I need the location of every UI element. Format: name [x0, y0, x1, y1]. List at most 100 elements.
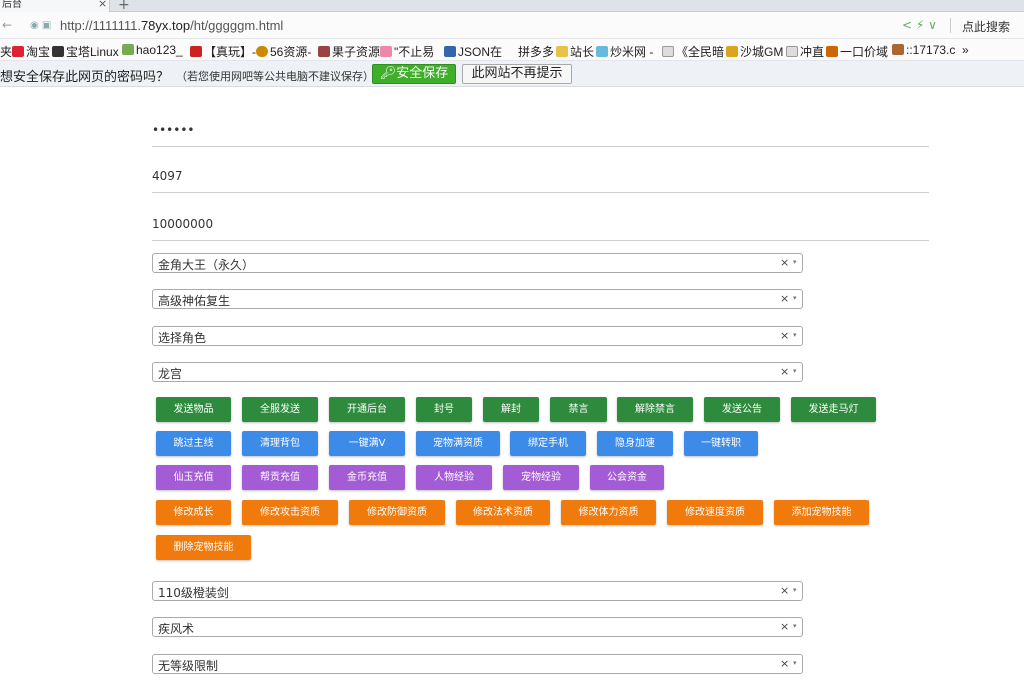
- password-prompt: 想安全保存此网页的密码吗？: [0, 70, 170, 85]
- unban-button[interactable]: 解封: [483, 397, 539, 422]
- open-admin-button[interactable]: 开通后台: [329, 397, 405, 422]
- bookmark-item[interactable]: 【真玩】-: [190, 43, 256, 60]
- delete-pet-skill-button[interactable]: 删除宠物技能: [156, 535, 251, 560]
- equipment-select[interactable]: 110级橙装剑 × ▾: [152, 581, 803, 601]
- folder-icon: [556, 46, 568, 57]
- edit-magic-aptitude-button[interactable]: 修改法术资质: [456, 500, 550, 525]
- faction-select[interactable]: 龙宫 × ▾: [152, 362, 803, 382]
- chevron-down-icon[interactable]: ▾: [793, 622, 797, 630]
- role-id-input[interactable]: 4097: [152, 167, 929, 193]
- bookmark-item[interactable]: JSON在: [444, 43, 502, 60]
- edit-hp-aptitude-button[interactable]: 修改体力资质: [561, 500, 656, 525]
- bookmark-item[interactable]: 拼多多: [518, 43, 554, 60]
- bookmark-item[interactable]: 果子资源: [318, 43, 380, 60]
- bookmark-item[interactable]: 冲直: [786, 43, 824, 60]
- chevron-down-icon[interactable]: ▾: [793, 294, 797, 302]
- clear-icon[interactable]: ×: [780, 329, 789, 342]
- char-exp-button[interactable]: 人物经验: [416, 465, 492, 490]
- divider: [152, 240, 929, 241]
- page-icon: [662, 46, 674, 57]
- chevron-down-icon[interactable]: ▾: [793, 367, 797, 375]
- taobao-icon: [12, 46, 24, 57]
- bookmark-item[interactable]: 宝塔Linux: [52, 43, 119, 60]
- edit-attack-aptitude-button[interactable]: 修改攻击资质: [242, 500, 338, 525]
- 17173-icon: [892, 44, 904, 55]
- never-remind-button[interactable]: 此网站不再提示: [462, 64, 572, 84]
- password-note: （若您使用网吧等公共电脑不建议保存）: [176, 70, 374, 83]
- pet-skill-select[interactable]: 疾风术 × ▾: [152, 617, 803, 637]
- password-save-bar: 想安全保存此网页的密码吗？ （若您使用网吧等公共电脑不建议保存） 🔑︎安全保存 …: [0, 61, 1024, 87]
- bookmark-item[interactable]: hao123_: [122, 43, 183, 57]
- bind-phone-button[interactable]: 绑定手机: [510, 431, 586, 456]
- role-select[interactable]: 选择角色 × ▾: [152, 326, 803, 346]
- clear-icon[interactable]: ×: [780, 620, 789, 633]
- send-marquee-button[interactable]: 发送走马灯: [791, 397, 876, 422]
- bookmark-item[interactable]: "不止易: [380, 43, 434, 60]
- search-button[interactable]: 点此搜索: [962, 18, 1010, 35]
- skip-mainline-button[interactable]: 跳过主线: [156, 431, 231, 456]
- clear-bag-button[interactable]: 清理背包: [242, 431, 318, 456]
- clear-icon[interactable]: ×: [780, 292, 789, 305]
- more-bookmarks-icon[interactable]: »: [962, 43, 969, 57]
- edit-growth-button[interactable]: 修改成长: [156, 500, 231, 525]
- bookmark-item[interactable]: 一口价域: [826, 43, 888, 60]
- bookmark-item[interactable]: 夹: [0, 43, 12, 60]
- back-icon[interactable]: ←: [2, 18, 12, 32]
- security-icon[interactable]: ◉ ▣: [30, 20, 51, 31]
- share-icon[interactable]: < ⚡ ∨: [902, 18, 937, 32]
- send-item-button[interactable]: 发送物品: [156, 397, 231, 422]
- bangong-recharge-button[interactable]: 帮贡充值: [242, 465, 318, 490]
- bt-icon: [52, 46, 64, 57]
- json-icon: [444, 46, 456, 57]
- chaomi-icon: [596, 46, 608, 57]
- 56-icon: [256, 46, 268, 57]
- bookmark-item[interactable]: ::17173.c: [892, 43, 955, 57]
- edit-speed-aptitude-button[interactable]: 修改速度资质: [667, 500, 763, 525]
- url-field[interactable]: http://1111111.78yx.top/ht/gggggm.html: [60, 18, 283, 33]
- bookmark-item[interactable]: 炒米网 -: [596, 43, 653, 60]
- hao123-icon: [122, 44, 134, 55]
- guild-funds-button[interactable]: 公会资金: [590, 465, 664, 490]
- bookmark-item[interactable]: 淘宝: [12, 43, 50, 60]
- bookmarks-bar: 夹 淘宝 宝塔Linux hao123_ 【真玩】- 56资源- 果子资源 "不…: [0, 39, 1024, 61]
- change-job-button[interactable]: 一键转职: [684, 431, 758, 456]
- max-vip-button[interactable]: 一键满V: [329, 431, 405, 456]
- amount-input[interactable]: 10000000: [152, 215, 929, 241]
- address-bar: ← ◉ ▣ http://1111111.78yx.top/ht/gggggm.…: [0, 12, 1024, 39]
- xianyu-recharge-button[interactable]: 仙玉充值: [156, 465, 231, 490]
- level-limit-select[interactable]: 无等级限制 × ▾: [152, 654, 803, 674]
- bookmark-item[interactable]: 《全民暗: [662, 43, 724, 60]
- mute-button[interactable]: 禁言: [550, 397, 607, 422]
- skill-select[interactable]: 高级神佑复生 × ▾: [152, 289, 803, 309]
- item-select[interactable]: 金角大王（永久） × ▾: [152, 253, 803, 273]
- add-pet-skill-button[interactable]: 添加宠物技能: [774, 500, 869, 525]
- edit-defense-aptitude-button[interactable]: 修改防御资质: [349, 500, 445, 525]
- page-icon: [786, 46, 798, 57]
- guozi-icon: [318, 46, 330, 57]
- chevron-down-icon[interactable]: ▾: [793, 659, 797, 667]
- server-send-button[interactable]: 全服发送: [242, 397, 318, 422]
- gold-recharge-button[interactable]: 金币充值: [329, 465, 405, 490]
- chevron-down-icon[interactable]: ▾: [793, 258, 797, 266]
- clear-icon[interactable]: ×: [780, 256, 789, 269]
- buzhiyi-icon: [380, 46, 392, 57]
- clear-icon[interactable]: ×: [780, 657, 789, 670]
- clear-icon[interactable]: ×: [780, 365, 789, 378]
- password-field[interactable]: ••••••: [152, 121, 929, 147]
- unmute-button[interactable]: 解除禁言: [617, 397, 693, 422]
- ban-account-button[interactable]: 封号: [416, 397, 472, 422]
- tab-active[interactable]: 后台 ×: [0, 0, 110, 12]
- pet-exp-button[interactable]: 宠物经验: [503, 465, 579, 490]
- clear-icon[interactable]: ×: [780, 584, 789, 597]
- tab-close-icon[interactable]: ×: [98, 0, 107, 9]
- save-password-button[interactable]: 🔑︎安全保存: [372, 64, 456, 84]
- bookmark-item[interactable]: 站长: [556, 43, 594, 60]
- bookmark-item[interactable]: 56资源-: [256, 43, 311, 60]
- send-notice-button[interactable]: 发送公告: [704, 397, 780, 422]
- bookmark-item[interactable]: 沙城GM: [726, 43, 783, 60]
- stealth-speed-button[interactable]: 隐身加速: [597, 431, 673, 456]
- chevron-down-icon[interactable]: ▾: [793, 586, 797, 594]
- zhenwan-icon: [190, 46, 202, 57]
- pet-max-aptitude-button[interactable]: 宠物满资质: [416, 431, 500, 456]
- chevron-down-icon[interactable]: ▾: [793, 331, 797, 339]
